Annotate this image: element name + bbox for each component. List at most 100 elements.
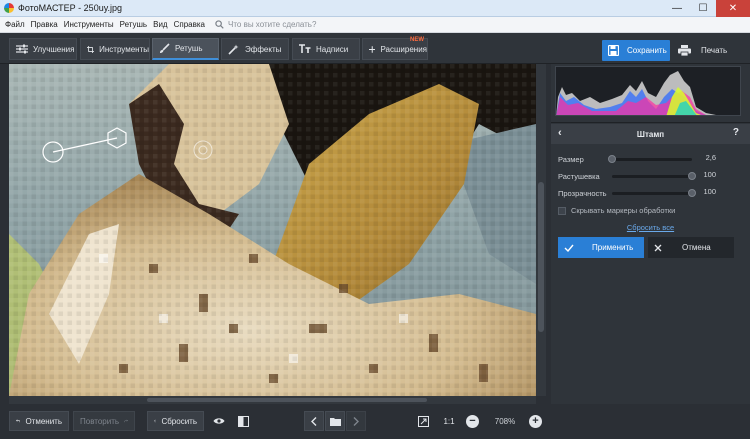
reset-label: Сбросить	[161, 416, 197, 426]
slider-value: 100	[703, 187, 716, 196]
undo-label: Отменить	[25, 416, 62, 426]
vertical-scrollbar[interactable]	[536, 64, 546, 396]
bottom-bar: Отменить Повторить Сбросить 1:1 − 708% +	[0, 404, 750, 439]
eye-icon	[213, 418, 225, 424]
text-icon	[299, 44, 311, 53]
tab-label: Расширения	[380, 44, 427, 54]
floppy-disk-icon	[608, 45, 619, 56]
tab-enhancements[interactable]: Улучшения	[9, 38, 77, 60]
slider-label: Прозрачность	[558, 188, 607, 198]
compare-icon	[237, 415, 249, 427]
zoom-in-button[interactable]: +	[528, 411, 543, 431]
size-slider-row: Размер 2,6	[558, 153, 744, 165]
title-bar: ФотоМАСТЕР - 250uy.jpg — ☐ ✕	[0, 0, 750, 17]
slider-knob[interactable]	[608, 155, 616, 163]
scroll-thumb[interactable]	[538, 182, 544, 332]
redo-label: Повторить	[80, 416, 120, 426]
tab-label: Надписи	[316, 44, 349, 54]
brush-icon	[160, 43, 170, 53]
apply-label: Применить	[592, 243, 634, 252]
size-slider[interactable]	[608, 155, 692, 163]
plus-icon	[369, 45, 376, 53]
actual-size-button[interactable]: 1:1	[441, 411, 457, 431]
menu-edit[interactable]: Правка	[31, 20, 58, 29]
sliders-icon	[16, 44, 28, 54]
redo-button[interactable]: Повторить	[73, 411, 135, 431]
checkmark-icon	[564, 244, 574, 252]
plus-icon: +	[529, 414, 542, 428]
search-icon	[215, 20, 224, 29]
preview-button[interactable]	[210, 411, 228, 431]
hide-markers-row[interactable]: Скрывать маркеры обработки	[558, 206, 675, 215]
panel-header: ‹ Штамп ?	[551, 124, 750, 144]
redo-icon	[124, 419, 128, 423]
save-button[interactable]: Сохранить	[602, 40, 670, 61]
print-button[interactable]: Печать	[674, 40, 734, 61]
horizontal-scrollbar[interactable]	[9, 396, 536, 404]
zoom-level[interactable]: 708%	[486, 411, 524, 431]
image-canvas[interactable]	[9, 64, 536, 396]
close-button[interactable]: ✕	[716, 0, 750, 17]
cancel-button[interactable]: Отмена	[648, 237, 734, 258]
menu-retouch[interactable]: Ретушь	[120, 20, 148, 29]
folder-icon	[329, 417, 341, 426]
tab-effects[interactable]: Эффекты	[221, 38, 289, 60]
tab-label: Инструменты	[99, 44, 149, 54]
print-label: Печать	[701, 46, 728, 55]
cancel-label: Отмена	[682, 243, 711, 252]
window-controls: — ☐ ✕	[664, 0, 750, 17]
reset-button[interactable]: Сбросить	[147, 411, 204, 431]
hide-markers-label: Скрывать маркеры обработки	[571, 206, 676, 215]
menu-file[interactable]: Файл	[5, 20, 25, 29]
minimize-button[interactable]: —	[664, 0, 690, 17]
slider-knob[interactable]	[688, 189, 696, 197]
menu-bar: Файл Правка Инструменты Ретушь Вид Справ…	[0, 17, 750, 33]
menu-tools[interactable]: Инструменты	[64, 20, 114, 29]
opacity-slider[interactable]	[612, 189, 696, 197]
reset-icon	[154, 419, 157, 423]
tab-label: Ретушь	[175, 44, 203, 53]
undo-button[interactable]: Отменить	[9, 411, 69, 431]
slider-value: 2,6	[705, 153, 716, 162]
slider-value: 100	[703, 170, 716, 179]
search-placeholder: Что вы хотите сделать?	[227, 20, 317, 29]
panel-title: Штамп	[636, 129, 665, 139]
magic-wand-icon	[228, 44, 239, 55]
reset-all-link[interactable]: Сбросить все	[551, 223, 750, 232]
tab-retouch[interactable]: Ретушь	[152, 38, 219, 60]
close-icon	[654, 244, 662, 251]
tab-label: Эффекты	[245, 44, 282, 54]
tab-tools[interactable]: Инструменты	[80, 38, 150, 60]
chevron-left-icon	[311, 416, 317, 426]
menu-search[interactable]: Что вы хотите сделать?	[215, 20, 316, 29]
slider-knob[interactable]	[688, 172, 696, 180]
chevron-right-icon	[353, 416, 359, 426]
save-label: Сохранить	[627, 46, 667, 55]
hide-markers-checkbox[interactable]	[558, 206, 566, 215]
zoom-out-button[interactable]: −	[465, 411, 480, 431]
help-button[interactable]: ?	[733, 127, 739, 138]
slider-label: Растушевка	[558, 171, 600, 181]
prev-image-button[interactable]	[304, 411, 324, 431]
next-image-button[interactable]	[346, 411, 366, 431]
feather-slider-row: Растушевка 100	[558, 170, 744, 182]
tab-captions[interactable]: Надписи	[292, 38, 360, 60]
histogram	[555, 66, 741, 116]
open-folder-button[interactable]	[325, 411, 345, 431]
fit-screen-button[interactable]	[415, 411, 431, 431]
tab-extensions[interactable]: Расширения NEW	[362, 37, 428, 60]
maximize-button[interactable]: ☐	[690, 0, 716, 17]
app-logo-icon	[4, 3, 14, 13]
window-title: ФотоМАСТЕР - 250uy.jpg	[18, 3, 123, 13]
scroll-thumb[interactable]	[147, 398, 427, 402]
minus-icon: −	[466, 414, 479, 428]
printer-icon	[678, 45, 691, 56]
compare-button[interactable]	[234, 411, 252, 431]
back-chevron-icon[interactable]: ‹	[558, 127, 562, 139]
menu-view[interactable]: Вид	[153, 20, 167, 29]
new-badge: NEW	[410, 37, 424, 43]
apply-button[interactable]: Применить	[558, 237, 644, 258]
tab-label: Улучшения	[33, 44, 75, 54]
menu-help[interactable]: Справка	[174, 20, 205, 29]
feather-slider[interactable]	[612, 172, 696, 180]
